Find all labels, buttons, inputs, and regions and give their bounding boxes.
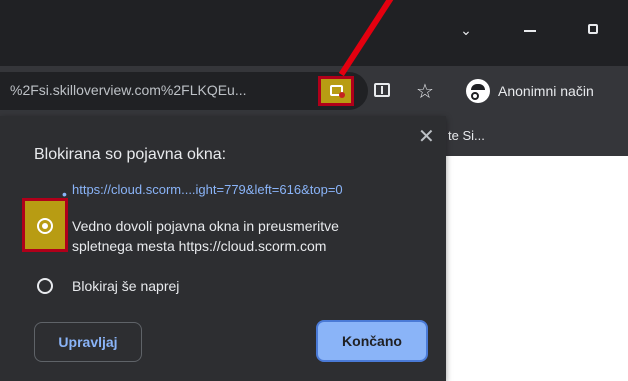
incognito-icon[interactable] (466, 79, 490, 103)
option-always-allow-label[interactable]: Vedno dovoli pojavna okna in preusmeritv… (72, 218, 339, 234)
browser-toolbar: %2Fsi.skilloverview.com%2FLKQEu... ☆ Ano… (0, 66, 628, 116)
popup-blocked-icon (330, 85, 345, 98)
profile-label[interactable]: Anonimni način (498, 83, 594, 99)
option-always-allow-label-line2[interactable]: spletnega mesta https://cloud.scorm.com (72, 238, 326, 254)
done-button[interactable]: Končano (316, 320, 428, 362)
radio-keep-blocking[interactable] (37, 278, 53, 294)
tab-search-chevron-icon[interactable]: ⌄ (454, 18, 478, 42)
manage-button[interactable]: Upravljaj (34, 322, 142, 362)
blocked-popup-link[interactable]: https://cloud.scorm....ight=779&left=616… (72, 182, 343, 197)
popup-blocked-button[interactable] (318, 76, 354, 106)
bookmark-item[interactable]: te Si... (448, 128, 485, 143)
bookmark-bar: te Si... (440, 116, 628, 156)
radio-always-allow[interactable] (37, 218, 53, 234)
minimize-button[interactable] (518, 18, 542, 42)
star-icon[interactable]: ☆ (416, 79, 434, 104)
maximize-button[interactable] (582, 18, 606, 42)
option-keep-blocking-label[interactable]: Blokiraj še naprej (72, 278, 179, 294)
popup-blocked-dialog: Blokirana so pojavna okna: ✕ • https://c… (0, 116, 446, 381)
translate-icon[interactable] (374, 83, 390, 97)
close-icon[interactable]: ✕ (418, 124, 435, 149)
window-titlebar: ⌄ (0, 0, 628, 66)
dialog-title: Blokirana so pojavna okna: (34, 146, 227, 163)
address-bar-url[interactable]: %2Fsi.skilloverview.com%2FLKQEu... (10, 82, 316, 98)
address-bar[interactable]: %2Fsi.skilloverview.com%2FLKQEu... (0, 72, 368, 110)
